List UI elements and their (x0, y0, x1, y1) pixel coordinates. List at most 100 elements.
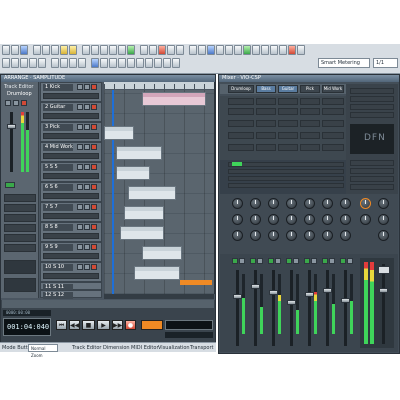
insert-slot[interactable] (322, 108, 344, 115)
track-solo-button[interactable] (84, 204, 90, 210)
track-volume-slider[interactable] (43, 213, 99, 219)
track-group-button[interactable] (109, 58, 117, 68)
insert-slot[interactable] (300, 144, 320, 151)
eq-knob[interactable] (268, 198, 279, 209)
loop-toggle-button[interactable] (141, 320, 163, 330)
insert-slot[interactable] (322, 120, 344, 127)
insert-slot[interactable] (278, 108, 298, 115)
insert-slot[interactable] (228, 108, 254, 115)
master-slot[interactable] (350, 168, 394, 174)
cut-button[interactable] (33, 45, 41, 55)
channel-solo-button[interactable] (293, 258, 299, 264)
metronome-button[interactable] (243, 45, 251, 55)
channel-mute-button[interactable] (304, 258, 310, 264)
track-row[interactable]: 6 S 6 (40, 182, 102, 202)
eq-knob[interactable] (322, 214, 333, 225)
aux-row[interactable] (228, 169, 344, 174)
track-row[interactable]: 8 S 8 (40, 222, 102, 242)
eq-knob[interactable] (232, 198, 243, 209)
pan-knob[interactable] (304, 230, 315, 241)
insert-slot[interactable] (300, 120, 320, 127)
master-slot[interactable] (350, 176, 394, 182)
track-rec-button[interactable] (91, 124, 97, 130)
audio-clip[interactable] (128, 186, 176, 200)
track-row[interactable]: 10 S 10 (40, 262, 102, 282)
track-mute-button[interactable] (77, 164, 83, 170)
master-eq-knob[interactable] (378, 198, 389, 209)
master-slot[interactable] (350, 184, 394, 190)
track-mute-button[interactable] (77, 224, 83, 230)
aux-row[interactable] (228, 176, 344, 181)
track-rec-button[interactable] (91, 164, 97, 170)
eq-knob[interactable] (268, 214, 279, 225)
master-eq-knob[interactable] (378, 214, 389, 225)
insert-slot[interactable] (256, 98, 276, 105)
track-volume-slider[interactable] (43, 113, 99, 119)
redo-button[interactable] (69, 45, 77, 55)
arrange-scrollbar[interactable] (214, 82, 216, 294)
insert-slot[interactable] (256, 132, 276, 139)
track-solo-button[interactable] (84, 184, 90, 190)
channel-fader[interactable] (305, 292, 314, 297)
track-import-button[interactable] (154, 58, 162, 68)
punch-button[interactable] (176, 45, 184, 55)
record-button[interactable]: ● (125, 320, 136, 330)
eq-knob[interactable] (340, 214, 351, 225)
track-del-button[interactable] (100, 58, 108, 68)
track-volume-slider[interactable] (43, 253, 99, 259)
track-mute-button[interactable] (77, 144, 83, 150)
marker-button[interactable] (261, 45, 269, 55)
sync-button[interactable] (252, 45, 260, 55)
tab-visualization[interactable]: Visualization (158, 345, 190, 351)
view-object-button[interactable] (11, 58, 19, 68)
mixer-view-button[interactable] (189, 45, 197, 55)
audio-clip[interactable] (142, 246, 182, 260)
track-mute-button[interactable] (77, 244, 83, 250)
aux-row[interactable] (228, 162, 344, 167)
channel-mute-button[interactable] (268, 258, 274, 264)
track-lock-button[interactable] (172, 58, 180, 68)
fade-button[interactable] (270, 45, 278, 55)
zoom-select[interactable]: 1/1 (373, 58, 398, 68)
normalize-button[interactable] (279, 45, 287, 55)
snap-button[interactable] (140, 45, 148, 55)
track-volume-slider[interactable] (43, 153, 99, 159)
tab-track-editor[interactable]: Track Editor (72, 345, 101, 351)
audio-clip[interactable] (116, 146, 162, 160)
master-pan-knob[interactable] (378, 230, 389, 241)
save-button[interactable] (20, 45, 28, 55)
editor-view-button[interactable] (207, 45, 215, 55)
track-solo-button[interactable] (84, 224, 90, 230)
track-solo-button[interactable] (84, 244, 90, 250)
track-mute-button[interactable] (77, 264, 83, 270)
track-row[interactable]: 5 S 5 (40, 162, 102, 182)
track-mute-button[interactable] (77, 204, 83, 210)
master-slot[interactable] (350, 88, 394, 94)
eq-knob[interactable] (250, 198, 261, 209)
channel-solo-button[interactable] (347, 258, 353, 264)
pan-knob[interactable] (268, 230, 279, 241)
play-button[interactable]: ▶ (97, 320, 110, 330)
open-file-button[interactable] (11, 45, 19, 55)
horizontal-scrollbar[interactable] (104, 294, 214, 299)
channel-solo-button[interactable] (239, 258, 245, 264)
audio-clip[interactable] (120, 226, 164, 240)
insert-slot[interactable] (278, 120, 298, 127)
track-rec-button[interactable] (91, 204, 97, 210)
pan-knob[interactable] (286, 230, 297, 241)
track-rec-button[interactable] (91, 264, 97, 270)
tool-scissors-button[interactable] (100, 45, 108, 55)
copy-button[interactable] (42, 45, 50, 55)
eq-knob[interactable] (304, 214, 315, 225)
master-slot[interactable] (350, 112, 394, 118)
track-bounce-button[interactable] (136, 58, 144, 68)
track-row[interactable]: 1 Kick (40, 82, 102, 102)
eq-knob[interactable] (286, 214, 297, 225)
track-rec-button[interactable] (91, 84, 97, 90)
mixer-header[interactable]: Drumloop (228, 85, 254, 93)
track-row[interactable]: 7 S 7 (40, 202, 102, 222)
master-slot[interactable] (350, 160, 394, 166)
track-rec-button[interactable] (91, 224, 97, 230)
rewind-button[interactable]: ⏮ (56, 320, 67, 330)
track-color-button[interactable] (118, 58, 126, 68)
